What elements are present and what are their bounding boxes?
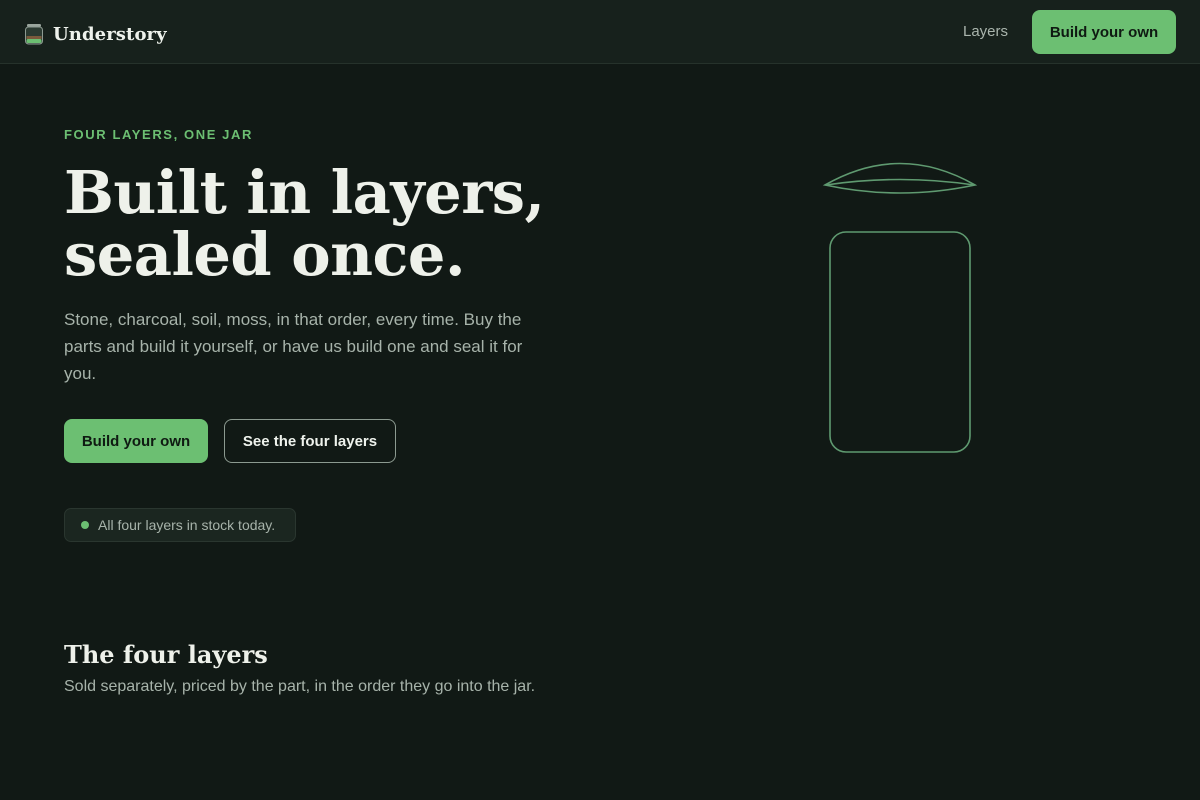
- four-layers-title: The four layers: [64, 640, 268, 669]
- jar-logo-icon: [25, 24, 43, 45]
- brand-name: Understory: [53, 23, 167, 45]
- hero-build-your-own-button[interactable]: Build your own: [64, 419, 208, 463]
- top-navigation-bar: Understory Layers Build your own: [0, 0, 1200, 64]
- jar-lid-rim: [825, 178, 975, 186]
- jar-body-shape: [829, 231, 971, 453]
- stock-status-text: All four layers in stock today.: [98, 517, 276, 533]
- four-layers-subtitle: Sold separately, priced by the part, in …: [64, 678, 536, 695]
- see-four-layers-button[interactable]: See the four layers: [224, 419, 396, 463]
- hero-headline: Built in layers, sealed once.: [64, 162, 624, 286]
- hero-headline-line-2: sealed once.: [64, 220, 465, 289]
- nav-link-layers[interactable]: Layers: [963, 23, 1008, 40]
- jar-outline-icon: [822, 162, 978, 453]
- hero-description: Stone, charcoal, soil, moss, in that ord…: [64, 310, 523, 383]
- stock-status-badge: All four layers in stock today.: [64, 508, 296, 542]
- brand-home-link[interactable]: Understory: [24, 22, 167, 46]
- header-build-your-own-button[interactable]: Build your own: [1032, 10, 1176, 54]
- hero-eyebrow: FOUR LAYERS, ONE JAR: [64, 127, 253, 142]
- jar-lid-shape: [822, 162, 978, 194]
- hero-headline-line-1: Built in layers,: [64, 158, 545, 227]
- status-dot-icon: [81, 521, 89, 529]
